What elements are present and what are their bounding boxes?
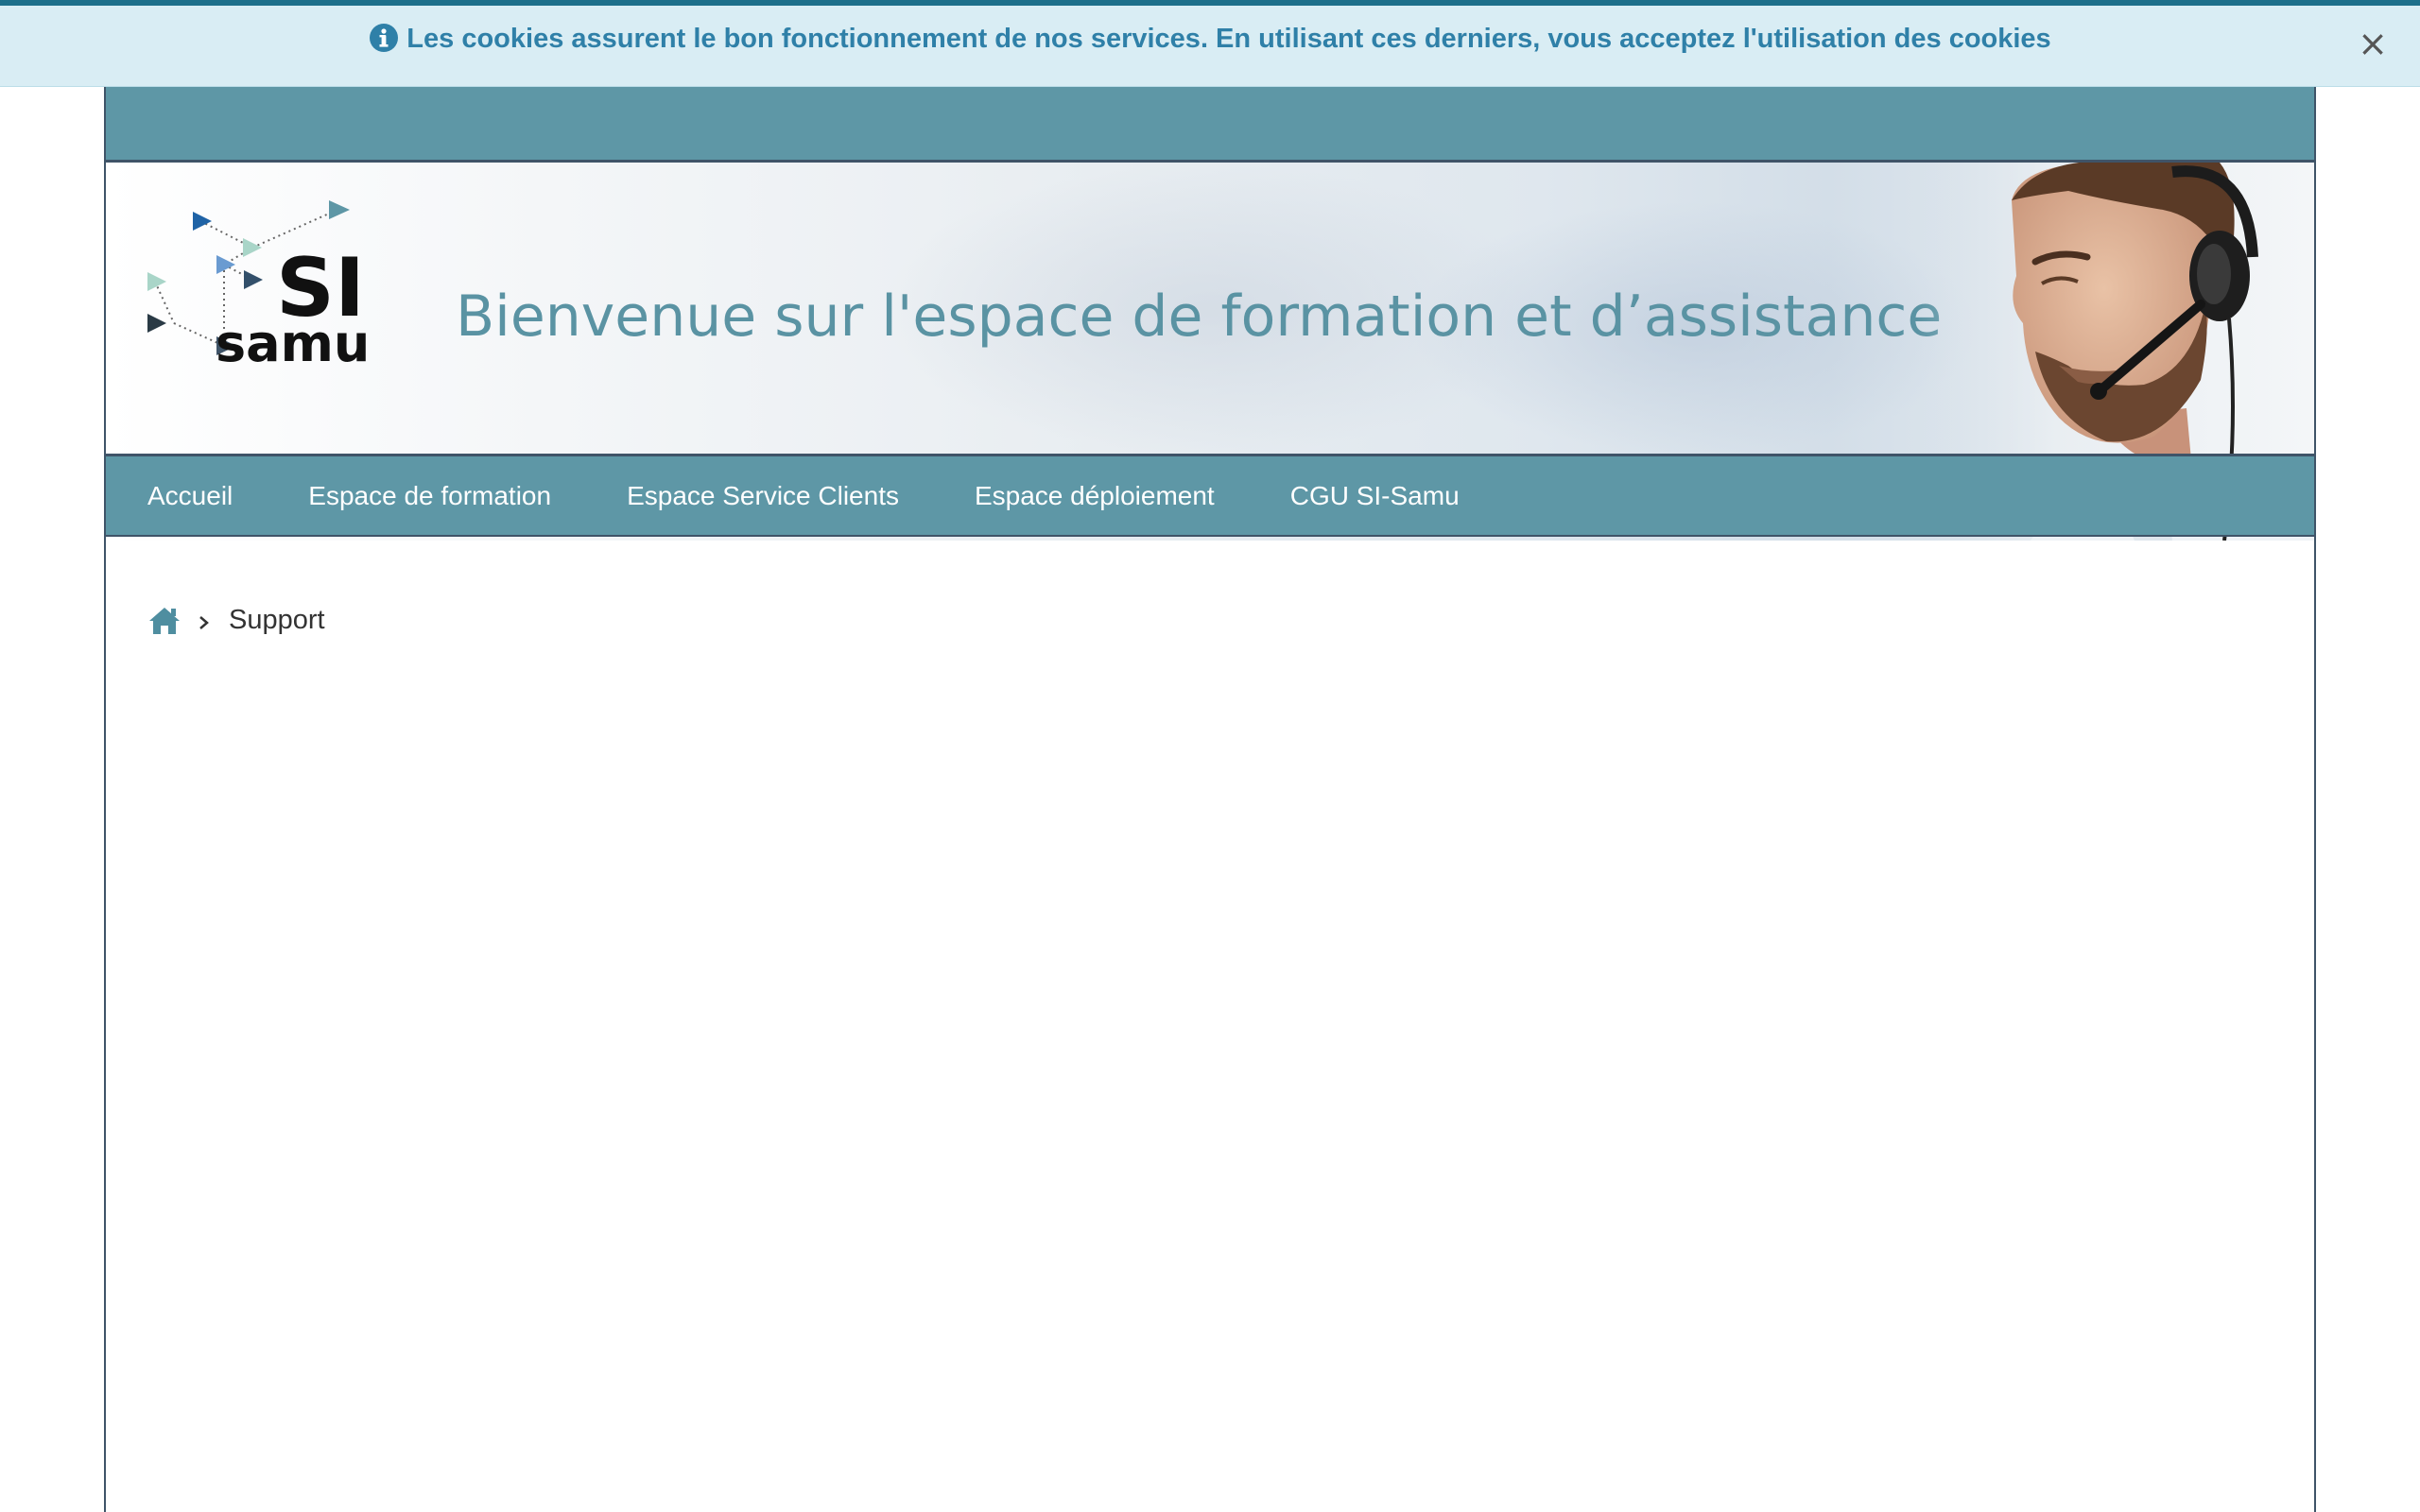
home-icon[interactable] (147, 606, 182, 636)
cookie-message: Les cookies assurent le bon fonctionneme… (406, 24, 2051, 54)
nav-item-espace-formation[interactable]: Espace de formation (308, 481, 551, 511)
page-title: Bienvenue sur l'espace de formation et d… (456, 284, 1943, 350)
nav-item-espace-service-clients[interactable]: Espace Service Clients (627, 481, 899, 511)
cookie-banner: Les cookies assurent le bon fonctionneme… (0, 0, 2420, 87)
breadcrumb: Support (147, 605, 325, 636)
main-nav: Accueil Espace de formation Espace Servi… (106, 454, 2314, 537)
page-container: SI samu Bienvenue sur l'espace de format… (104, 87, 2316, 1512)
nav-item-espace-deploiement[interactable]: Espace déploiement (975, 481, 1215, 511)
logo-text-samu: samu (216, 314, 370, 373)
nav-item-accueil[interactable]: Accueil (147, 481, 233, 511)
cookie-close-button[interactable]: × (2354, 25, 2392, 62)
cookie-message-row: Les cookies assurent le bon fonctionneme… (0, 23, 2420, 55)
nav-item-cgu[interactable]: CGU SI-Samu (1290, 481, 1460, 511)
top-bar (106, 87, 2314, 163)
si-samu-logo[interactable]: SI samu (134, 183, 418, 438)
breadcrumb-current: Support (229, 605, 325, 635)
chevron-right-icon (199, 615, 209, 629)
info-icon (370, 24, 399, 52)
